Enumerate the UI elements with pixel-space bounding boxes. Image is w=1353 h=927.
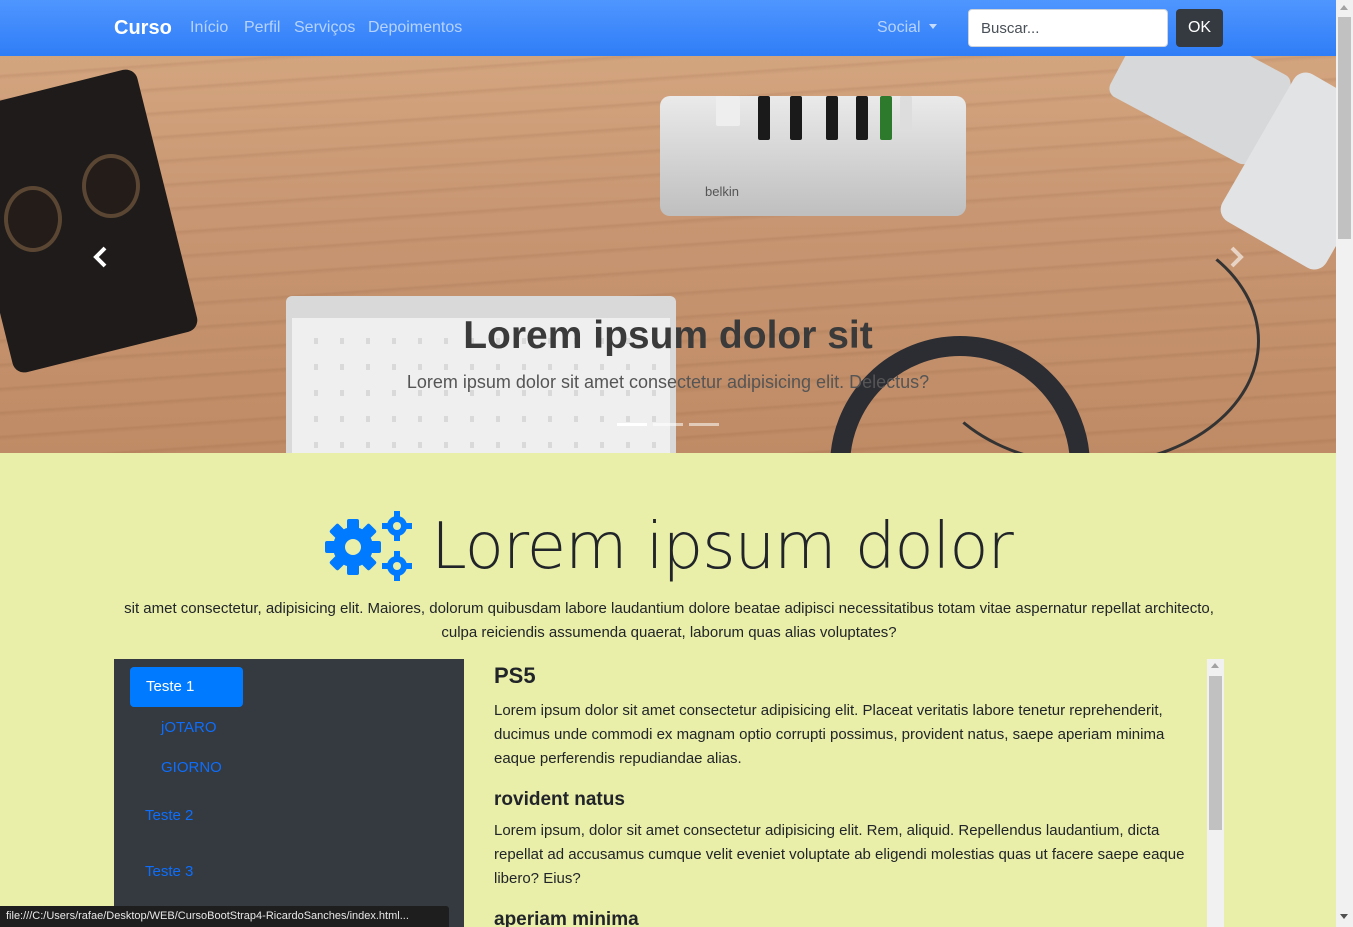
sidebar-item-teste-2[interactable]: Teste 2 [145, 807, 193, 824]
scroll-up-arrow-icon[interactable] [1340, 5, 1348, 10]
nav-link-depoimentos[interactable]: Depoimentos [368, 19, 462, 37]
usb-plug [880, 96, 892, 140]
usb-plug [758, 96, 770, 140]
search-submit-button[interactable]: OK [1176, 9, 1223, 47]
content-heading-aperiam: aperiam minima [494, 909, 639, 927]
cogs-icon [325, 511, 413, 581]
usb-plug [900, 96, 912, 130]
scrollspy-content[interactable]: PS5 Lorem ipsum dolor sit amet consectet… [494, 659, 1206, 927]
usb-plug [790, 96, 802, 140]
social-label: Social [877, 19, 921, 36]
navbar-brand[interactable]: Curso [114, 17, 172, 40]
browser-status-bar: file:///C:/Users/rafae/Desktop/WEB/Curso… [0, 906, 449, 927]
sunglasses-lens-left [4, 186, 62, 252]
content-heading-rovident: rovident natus [494, 789, 625, 810]
carousel-next-icon[interactable] [1221, 242, 1251, 272]
content-scrollbar-thumb[interactable] [1209, 676, 1222, 830]
nav-link-perfil[interactable]: Perfil [244, 19, 280, 37]
sidebar-subitem-giorno[interactable]: GIORNO [161, 759, 222, 776]
navbar: Curso Início Perfil Serviços Depoimentos… [0, 0, 1336, 56]
content-heading-ps5: PS5 [494, 663, 536, 688]
sidebar-subitem-jotaro[interactable]: jOTARO [161, 719, 217, 736]
scroll-down-arrow-icon[interactable] [1340, 914, 1348, 919]
content-paragraph: Lorem ipsum dolor sit amet consectetur a… [494, 702, 1165, 767]
social-dropdown[interactable]: Social [877, 19, 937, 37]
nav-link-inicio[interactable]: Início [190, 19, 228, 37]
section-title: Lorem ipsum dolor [431, 510, 1014, 584]
carousel-indicator[interactable] [653, 423, 683, 426]
hero-carousel: belkin Lorem ipsum dolor sit Lorem ipsum… [0, 56, 1336, 453]
caret-down-icon [928, 24, 937, 29]
carousel-caption-title: Lorem ipsum dolor sit [463, 314, 873, 357]
carousel-indicator[interactable] [617, 423, 647, 426]
carousel-indicators [0, 423, 1336, 426]
carousel-caption-text: Lorem ipsum dolor sit amet consectetur a… [406, 372, 930, 392]
carousel-prev-icon[interactable] [86, 242, 116, 272]
usb-plug [826, 96, 838, 140]
section-headline: Lorem ipsum dolor [0, 510, 1336, 584]
sidebar-item-teste-3[interactable]: Teste 3 [145, 863, 193, 880]
nav-link-servicos[interactable]: Serviços [294, 19, 355, 37]
usb-plug [856, 96, 868, 140]
scroll-up-arrow-icon[interactable] [1211, 663, 1219, 668]
dock-brand-label: belkin [705, 184, 739, 199]
page-scrollbar-thumb[interactable] [1338, 17, 1351, 239]
carousel-indicator[interactable] [689, 423, 719, 426]
section-lead: sit amet consectetur, adipisicing elit. … [124, 600, 1214, 641]
sidebar-item-teste-1[interactable]: Teste 1 [130, 667, 243, 707]
sunglasses-lens-right [82, 154, 140, 218]
content-paragraph: Lorem ipsum, dolor sit amet consectetur … [494, 822, 1185, 887]
usb-plug [716, 96, 740, 126]
search-input[interactable] [968, 9, 1168, 47]
